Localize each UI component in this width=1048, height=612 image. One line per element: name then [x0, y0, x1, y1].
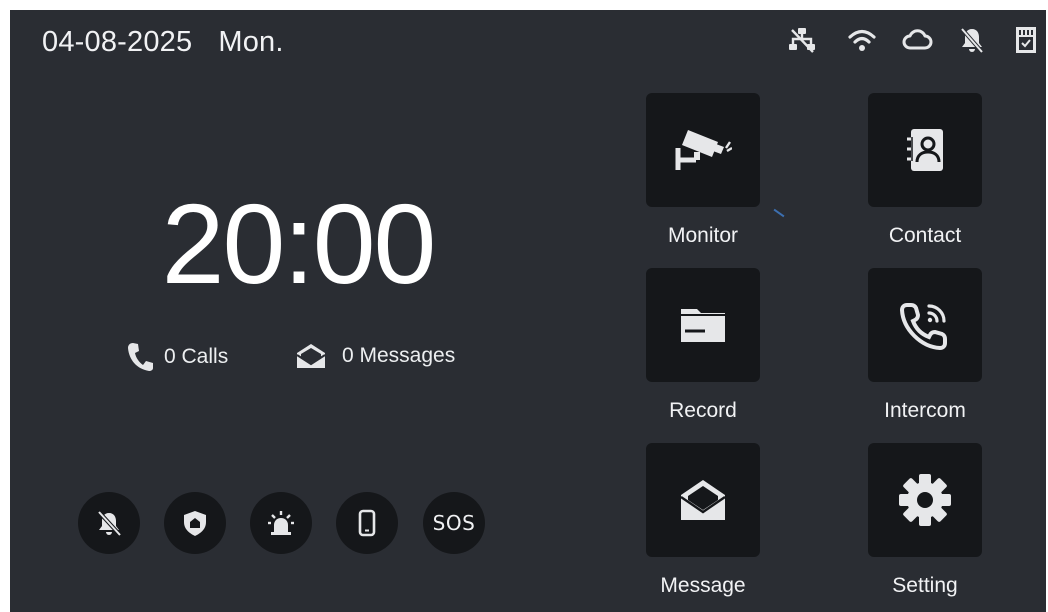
- gear-icon: [899, 474, 951, 526]
- record-tile[interactable]: [646, 268, 760, 382]
- mute-toggle-button[interactable]: [78, 492, 140, 554]
- phone-icon: [128, 343, 153, 371]
- network-icon: [786, 24, 818, 56]
- sd-card-icon: [1010, 24, 1042, 56]
- mute-icon: [956, 24, 988, 56]
- record-label: Record: [669, 399, 737, 422]
- app-monitor[interactable]: Monitor: [618, 93, 788, 259]
- date-display: 04-08-2025 Mon.: [42, 26, 284, 59]
- app-contact[interactable]: Contact: [840, 93, 1010, 259]
- message-label: Message: [660, 574, 746, 597]
- contact-label: Contact: [888, 224, 962, 247]
- envelope-icon: [296, 344, 326, 368]
- arm-home-button[interactable]: [164, 492, 226, 554]
- monitor-tile[interactable]: [646, 93, 760, 207]
- intercom-label: Intercom: [884, 399, 966, 422]
- sos-button[interactable]: SOS: [423, 492, 485, 554]
- message-tile[interactable]: [646, 443, 760, 557]
- calls-counter[interactable]: 0 Calls: [127, 342, 228, 372]
- mute-bell-icon: [97, 510, 122, 537]
- app-setting[interactable]: Setting: [840, 443, 1010, 609]
- wifi-icon: [846, 24, 878, 56]
- app-intercom[interactable]: Intercom: [840, 268, 1010, 434]
- monitor-label: Monitor: [667, 224, 739, 247]
- app-record[interactable]: Record: [618, 268, 788, 434]
- setting-tile[interactable]: [868, 443, 982, 557]
- open-envelope-icon: [680, 480, 726, 520]
- folder-icon: [681, 309, 725, 342]
- home-shield-icon: [184, 511, 206, 536]
- messages-count-text: 0 Messages: [342, 344, 456, 367]
- mobile-phone-icon: [358, 509, 376, 537]
- sos-label: SOS: [432, 511, 476, 535]
- setting-label: Setting: [892, 574, 958, 597]
- cctv-camera-icon: [675, 130, 732, 170]
- messages-counter[interactable]: 0 Messages: [295, 342, 455, 370]
- day-text: Mon.: [218, 26, 284, 58]
- cloud-icon: [901, 24, 933, 56]
- intercom-tile[interactable]: [868, 268, 982, 382]
- alarm-light-icon: [268, 511, 294, 535]
- mobile-button[interactable]: [336, 492, 398, 554]
- intercom-home-screen: 04-08-2025 Mon. 20:00 0 Calls 0 Messages…: [10, 10, 1046, 612]
- contact-book-icon: [907, 129, 943, 171]
- date-text: 04-08-2025: [42, 26, 193, 58]
- clock-time: 20:00: [161, 181, 437, 307]
- phone-call-icon: [899, 303, 947, 351]
- alarm-button[interactable]: [250, 492, 312, 554]
- app-message[interactable]: Message: [618, 443, 788, 609]
- contact-tile[interactable]: [868, 93, 982, 207]
- calls-count-text: 0 Calls: [164, 345, 229, 368]
